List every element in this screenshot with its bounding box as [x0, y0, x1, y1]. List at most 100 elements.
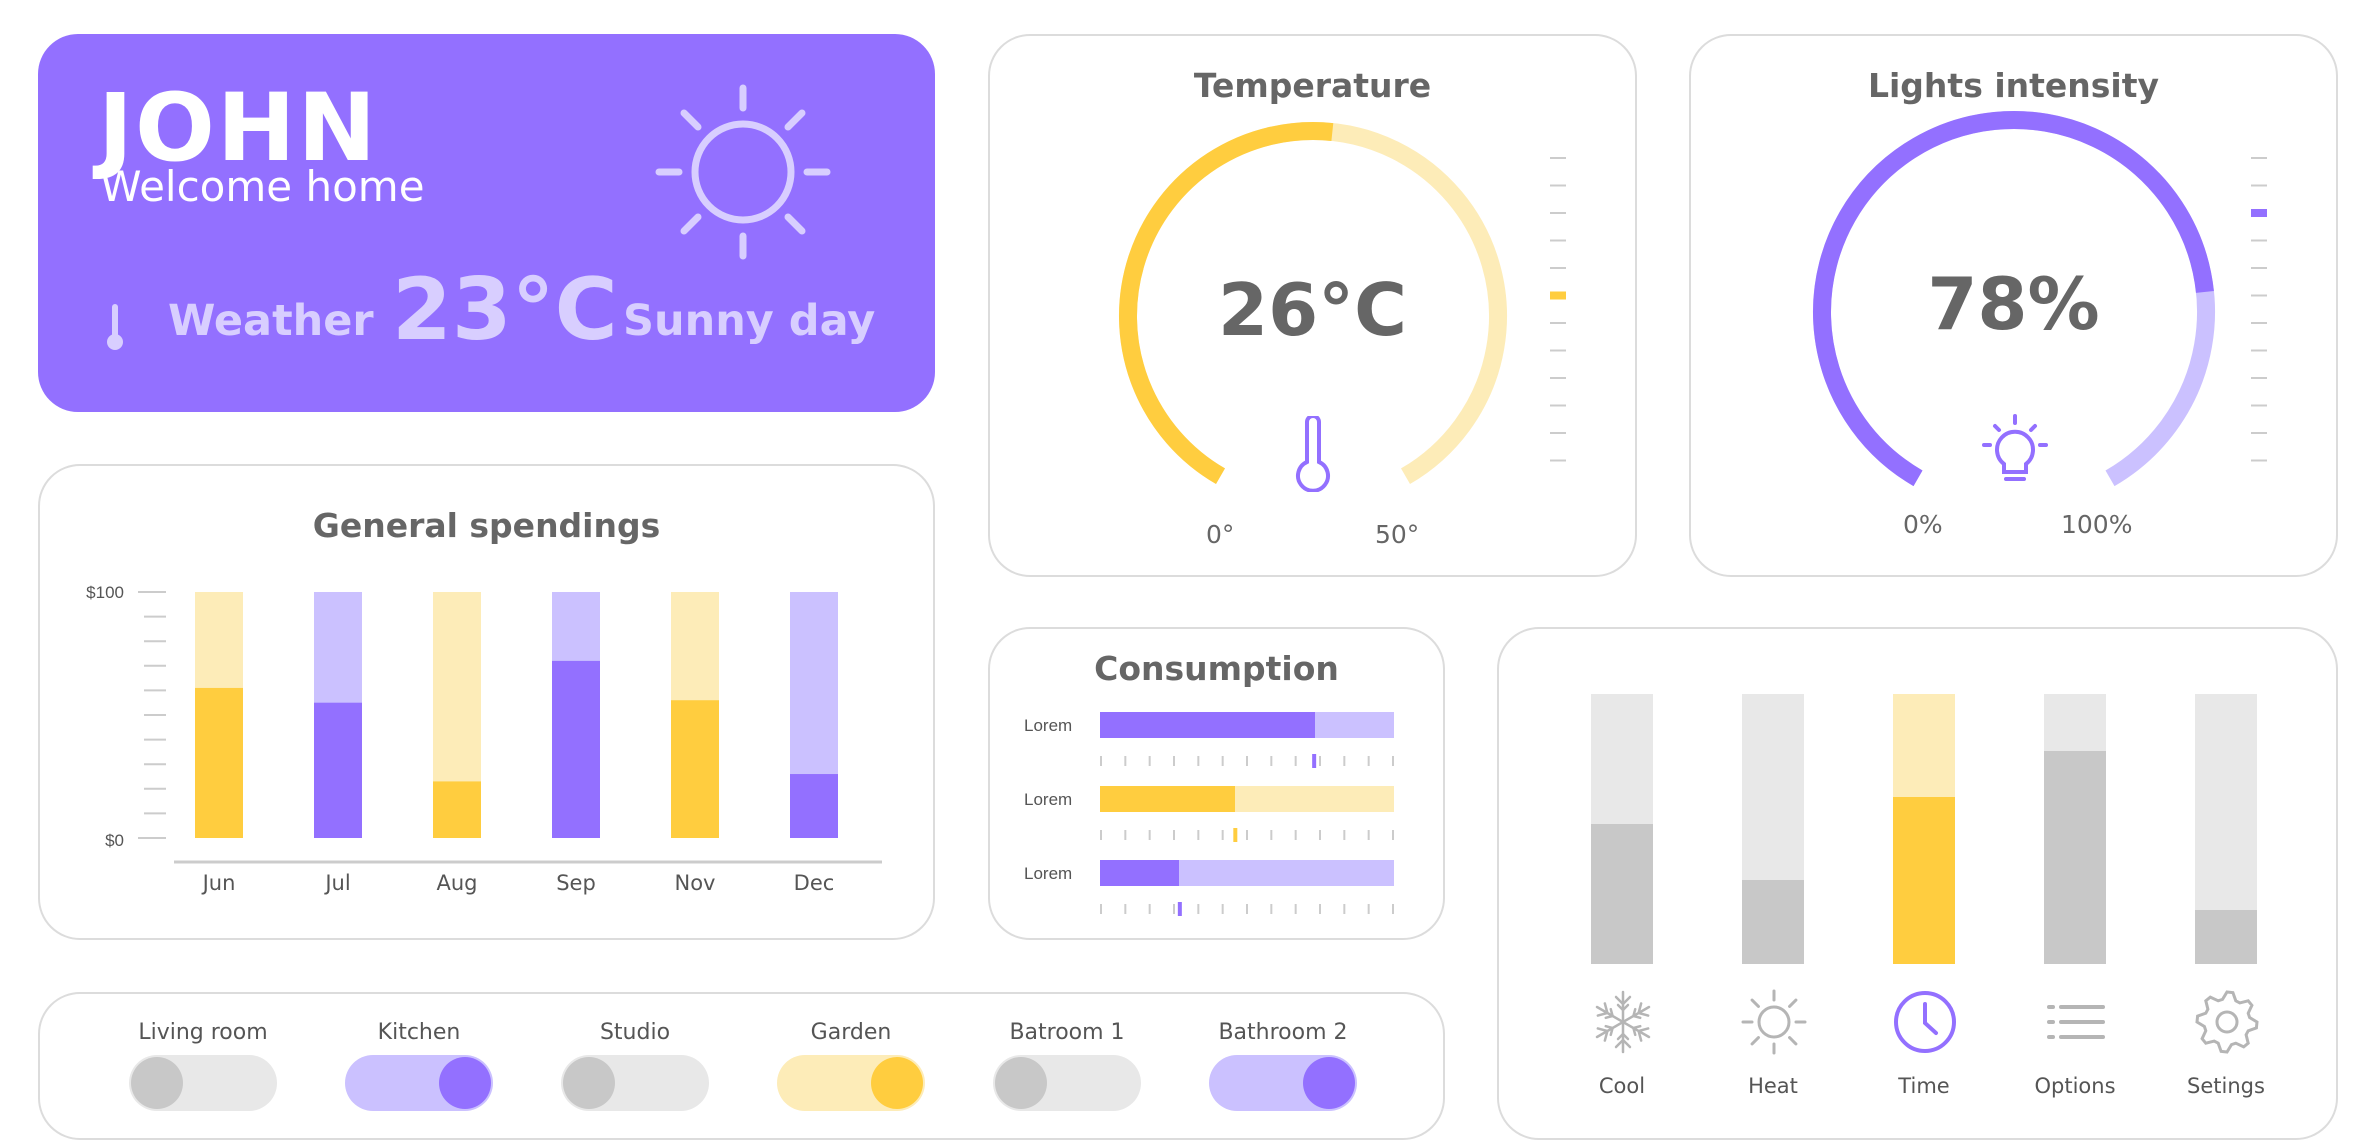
- room-label: Bathroom 2: [1218, 1020, 1348, 1045]
- x-tick-labels: Jun Jul Aug Sep Nov Dec: [201, 871, 835, 895]
- snowflake-icon[interactable]: [1590, 989, 1656, 1055]
- temperature-min-label: 0°: [1206, 520, 1235, 549]
- toggle-switch[interactable]: [345, 1055, 493, 1111]
- control-level-bar[interactable]: [1893, 694, 1955, 964]
- welcome-card: JOHN Welcome home Weather 23°C Sunny day: [38, 34, 935, 412]
- consumption-scale: [1100, 828, 1394, 842]
- consumption-row[interactable]: Lorem: [990, 858, 1443, 918]
- lights-min-label: 0%: [1903, 510, 1943, 539]
- control-level-fill: [2044, 750, 2106, 964]
- lights-card: Lights intensity 78% 0% 100%: [1689, 34, 2338, 577]
- spendings-card: General spendings $100 $0 Jun Jul Aug Sep No…: [38, 464, 935, 940]
- toggle-switch[interactable]: [777, 1055, 925, 1111]
- consumption-row-label: Lorem: [1024, 716, 1073, 735]
- control-level-fill: [1742, 880, 1804, 964]
- lights-value: 78%: [1927, 262, 2100, 346]
- control-label: Time: [1898, 1074, 1950, 1098]
- sun-icon: [655, 84, 831, 260]
- x-tick-label: Dec: [794, 871, 835, 895]
- y-tick-label-max: $100: [86, 583, 124, 602]
- bar: [671, 700, 719, 838]
- room-toggle: Kitchen: [344, 1020, 494, 1111]
- room-label: Garden: [810, 1020, 892, 1045]
- room-label: Studio: [599, 1020, 671, 1045]
- toggle-knob: [1303, 1057, 1355, 1109]
- consumption-title: Consumption: [1094, 649, 1339, 688]
- x-tick-label: Jul: [323, 871, 350, 895]
- weather-description: Sunny day: [623, 296, 876, 346]
- x-tick-label: Sep: [556, 871, 596, 895]
- x-tick-label: Nov: [675, 871, 716, 895]
- gear-icon[interactable]: [2194, 989, 2260, 1055]
- controls-card: Cool Heat Time Options Setings: [1497, 627, 2338, 1140]
- bar: [790, 774, 838, 838]
- consumption-row-label: Lorem: [1024, 790, 1073, 809]
- bar: [552, 660, 600, 838]
- consumption-row-label: Lorem: [1024, 864, 1073, 883]
- room-toggle: Living room: [128, 1020, 278, 1111]
- rooms-card: Living room Kitchen Studio Garden Batroom 1 B…: [38, 992, 1445, 1140]
- control-label: Heat: [1748, 1074, 1798, 1098]
- scale-marker: [1312, 754, 1317, 768]
- room-toggle: Bathroom 2: [1208, 1020, 1358, 1111]
- bar: [433, 781, 481, 838]
- consumption-bar: [1100, 860, 1394, 886]
- room-toggle: Garden: [776, 1020, 926, 1111]
- control-label: Options: [2034, 1074, 2116, 1098]
- room-label: Kitchen: [377, 1020, 461, 1045]
- room-toggle: Batroom 1: [992, 1020, 1142, 1111]
- welcome-subtitle: Welcome home: [100, 162, 425, 211]
- consumption-bar-fill: [1100, 712, 1315, 738]
- consumption-bar-fill: [1100, 786, 1236, 812]
- consumption-bar: [1100, 712, 1394, 738]
- consumption-card: Consumption Lorem Lorem Lorem: [988, 627, 1445, 940]
- bar: [195, 687, 243, 838]
- room-toggle: Studio: [560, 1020, 710, 1111]
- bar: [314, 702, 362, 838]
- list-icon[interactable]: [2043, 989, 2109, 1055]
- control-level-bar[interactable]: [2195, 694, 2257, 964]
- control-label: Cool: [1598, 1074, 1646, 1098]
- sun-icon[interactable]: [1741, 989, 1807, 1055]
- control-level-bar[interactable]: [2044, 694, 2106, 964]
- toggle-knob: [131, 1057, 183, 1109]
- control-level-fill: [2195, 910, 2257, 964]
- y-axis-ticks: [138, 591, 166, 839]
- bars: [195, 592, 838, 838]
- y-tick-label-min: $0: [105, 831, 124, 850]
- control-label: Setings: [2187, 1074, 2265, 1098]
- scale-marker: [1177, 902, 1182, 916]
- toggle-knob: [871, 1057, 923, 1109]
- toggle-knob: [439, 1057, 491, 1109]
- spendings-chart: $100 $0 Jun Jul Aug Sep Nov Dec: [86, 583, 882, 895]
- control-level-fill: [1893, 796, 1955, 964]
- thermometer-icon: [1296, 416, 1330, 492]
- toggle-switch[interactable]: [1209, 1055, 1357, 1111]
- x-tick-label: Jun: [201, 871, 236, 895]
- consumption-scale: [1100, 754, 1394, 768]
- toggle-switch[interactable]: [561, 1055, 709, 1111]
- toggle-switch[interactable]: [129, 1055, 277, 1111]
- toggle-knob: [563, 1057, 615, 1109]
- consumption-row[interactable]: Lorem: [990, 784, 1443, 844]
- weather-temperature: 23°C: [392, 260, 618, 360]
- temperature-card: Temperature 26°C 0° 50°: [988, 34, 1637, 577]
- scale-marker: [1233, 828, 1238, 842]
- consumption-bar: [1100, 786, 1394, 812]
- thermometer-icon: [107, 304, 123, 350]
- room-label: Living room: [138, 1020, 268, 1045]
- consumption-bar-fill: [1100, 860, 1180, 886]
- toggle-switch[interactable]: [993, 1055, 1141, 1111]
- clock-icon[interactable]: [1892, 989, 1958, 1055]
- control-level-bar[interactable]: [1591, 694, 1653, 964]
- toggle-knob: [995, 1057, 1047, 1109]
- scale-marker: [2251, 209, 2267, 217]
- consumption-scale: [1100, 902, 1394, 916]
- control-level-bar[interactable]: [1742, 694, 1804, 964]
- room-label: Batroom 1: [1009, 1020, 1125, 1045]
- lights-max-label: 100%: [2061, 510, 2133, 539]
- temperature-value: 26°C: [1217, 268, 1408, 352]
- temperature-max-label: 50°: [1375, 520, 1420, 549]
- consumption-row[interactable]: Lorem: [990, 710, 1443, 770]
- control-level-fill: [1591, 823, 1653, 964]
